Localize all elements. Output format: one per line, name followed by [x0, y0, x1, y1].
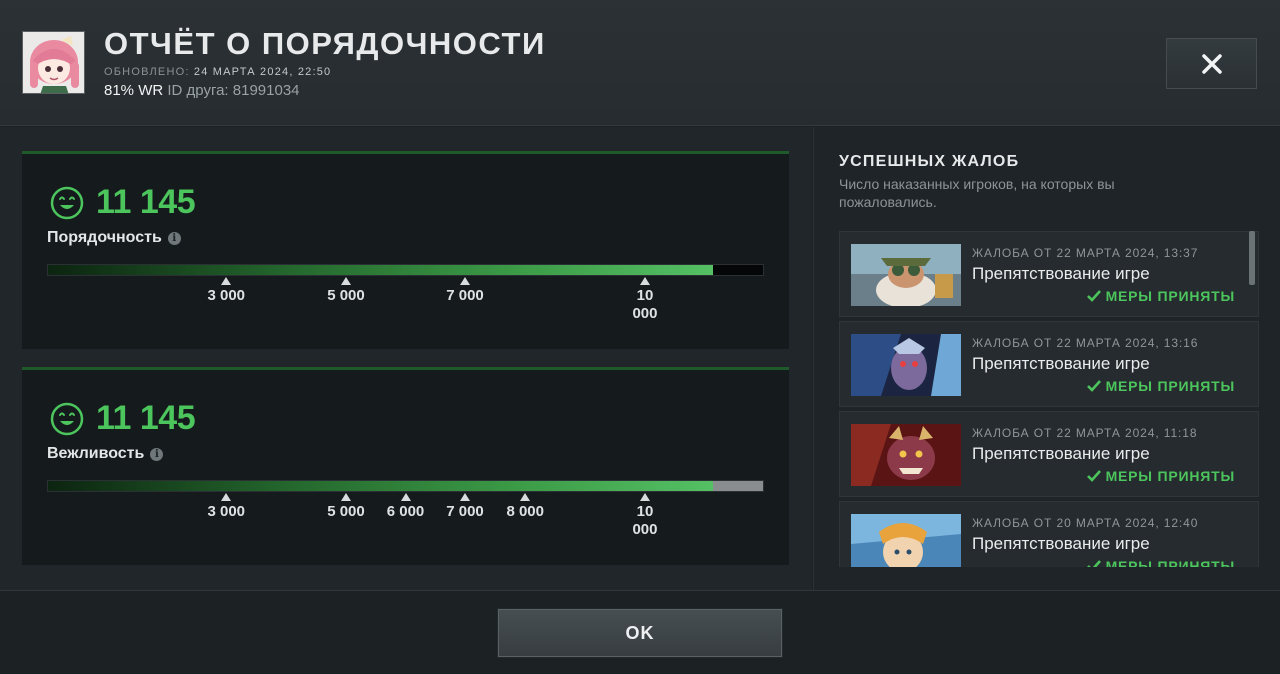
avatar — [22, 31, 85, 94]
behavior-score-value: 11 145 — [96, 399, 196, 437]
checkmark-icon — [1086, 380, 1101, 392]
report-reason: Препятствование игре — [972, 534, 1150, 553]
hero-portrait-vengeful — [851, 334, 961, 396]
reports-title: УСПЕШНЫХ ЖАЛОБ — [839, 153, 1020, 170]
tick-marker: 10 000 — [605, 277, 685, 323]
tick-triangle-icon — [340, 277, 351, 285]
behavior-progress-bar — [47, 480, 764, 492]
conduct-score-value: 11 145 — [96, 183, 196, 221]
report-item[interactable]: ЖАЛОБА ОТ 22 МАРТА 2024, 13:16 Препятств… — [839, 321, 1259, 407]
tick-label: 7 000 — [446, 287, 484, 304]
checkmark-icon — [1086, 470, 1101, 482]
tick-triangle-icon — [221, 277, 232, 285]
progress-fill — [48, 265, 713, 275]
report-reason: Препятствование игре — [972, 354, 1150, 373]
ok-button[interactable]: OK — [498, 609, 782, 657]
smiley-icon — [50, 186, 84, 220]
updated-value: 24 МАРТА 2024, 22:50 — [193, 66, 332, 78]
tick-triangle-icon — [221, 493, 232, 501]
close-button[interactable] — [1166, 38, 1257, 89]
progress-remainder — [712, 481, 763, 491]
report-status-text: МЕРЫ ПРИНЯТЫ — [1105, 558, 1235, 567]
tick-marker: 3 000 — [186, 493, 266, 521]
report-status-text: МЕРЫ ПРИНЯТЫ — [1105, 378, 1235, 394]
info-icon[interactable]: i — [167, 231, 181, 245]
conduct-label-text: Порядочность — [47, 229, 162, 246]
reports-description: Число наказанных игроков, на которых вы … — [839, 176, 1115, 210]
friend-id: 81991034 — [232, 82, 300, 99]
behavior-label-text: Вежливость — [47, 445, 145, 462]
tick-marker: 8 000 — [485, 493, 565, 521]
updated-timestamp: ОБНОВЛЕНО: 24 МАРТА 2024, 22:50 — [104, 66, 331, 78]
tick-triangle-icon — [340, 493, 351, 501]
footer: OK — [0, 590, 1280, 674]
report-status: МЕРЫ ПРИНЯТЫ — [1086, 468, 1235, 484]
report-item[interactable]: ЖАЛОБА ОТ 22 МАРТА 2024, 13:37 Препятств… — [839, 231, 1259, 317]
checkmark-icon — [1086, 290, 1101, 302]
report-reason: Препятствование игре — [972, 444, 1150, 463]
report-item[interactable]: ЖАЛОБА ОТ 22 МАРТА 2024, 11:18 Препятств… — [839, 411, 1259, 497]
report-date: ЖАЛОБА ОТ 22 МАРТА 2024, 11:18 — [972, 426, 1198, 440]
conduct-score-card: 11 145 Порядочность i 3 000 5 000 7 000 10 … — [22, 151, 789, 349]
behavior-score-card: 11 145 Вежливость i 3 000 5 000 6 000 7 000… — [22, 367, 789, 565]
header: ОТЧЁТ О ПОРЯДОЧНОСТИ ОБНОВЛЕНО: 24 МАРТА… — [0, 0, 1280, 126]
conduct-progress-bar — [47, 264, 764, 276]
scores-area: 11 145 Порядочность i 3 000 5 000 7 000 10 … — [0, 127, 812, 590]
reports-panel: УСПЕШНЫХ ЖАЛОБ Число наказанных игроков,… — [813, 127, 1280, 590]
report-date: ЖАЛОБА ОТ 20 МАРТА 2024, 12:40 — [972, 516, 1199, 530]
reports-list[interactable]: ЖАЛОБА ОТ 22 МАРТА 2024, 13:37 Препятств… — [839, 231, 1259, 567]
checkmark-icon — [1086, 560, 1101, 567]
tick-triangle-icon — [460, 277, 470, 285]
smiley-icon — [50, 402, 84, 436]
tick-marker: 3 000 — [186, 277, 266, 305]
tick-label: 10 000 — [632, 287, 658, 322]
tick-triangle-icon — [639, 277, 650, 285]
report-status: МЕРЫ ПРИНЯТЫ — [1086, 288, 1235, 304]
tick-label: 5 000 — [327, 287, 365, 304]
tick-marker: 7 000 — [425, 277, 505, 305]
tick-marker: 10 000 — [605, 493, 685, 539]
tick-triangle-icon — [520, 493, 531, 501]
hero-portrait-sniper — [851, 244, 961, 306]
reports-scrollbar[interactable] — [1249, 231, 1255, 285]
friend-id-label: ID друга: — [167, 82, 229, 99]
hero-portrait-demon — [851, 424, 961, 486]
tick-label: 3 000 — [207, 503, 246, 520]
report-status: МЕРЫ ПРИНЯТЫ — [1086, 558, 1235, 567]
report-item[interactable]: ЖАЛОБА ОТ 20 МАРТА 2024, 12:40 Препятств… — [839, 501, 1259, 567]
winrate: 81% WR — [104, 82, 164, 99]
hero-portrait-crystal — [851, 514, 961, 567]
tick-label: 8 000 — [506, 503, 544, 520]
page-title: ОТЧЁТ О ПОРЯДОЧНОСТИ — [104, 26, 546, 61]
conduct-score-label: Порядочность i — [47, 229, 181, 247]
report-status-text: МЕРЫ ПРИНЯТЫ — [1105, 468, 1235, 484]
close-icon — [1201, 53, 1222, 74]
progress-remainder — [712, 265, 763, 275]
report-status: МЕРЫ ПРИНЯТЫ — [1086, 378, 1235, 394]
tick-triangle-icon — [460, 493, 470, 501]
report-date: ЖАЛОБА ОТ 22 МАРТА 2024, 13:16 — [972, 336, 1199, 350]
tick-triangle-icon — [400, 493, 411, 501]
report-status-text: МЕРЫ ПРИНЯТЫ — [1105, 288, 1235, 304]
tick-label: 3 000 — [207, 287, 246, 304]
player-stats: 81% WR ID друга: 81991034 — [104, 82, 300, 99]
tick-triangle-icon — [639, 493, 650, 501]
tick-marker: 5 000 — [306, 277, 386, 305]
behavior-score-label: Вежливость i — [47, 445, 164, 463]
report-date: ЖАЛОБА ОТ 22 МАРТА 2024, 13:37 — [972, 246, 1199, 260]
progress-fill — [48, 481, 713, 491]
updated-label: ОБНОВЛЕНО: — [104, 66, 190, 78]
tick-label: 10 000 — [632, 503, 658, 538]
info-icon[interactable]: i — [150, 447, 164, 461]
report-reason: Препятствование игре — [972, 264, 1150, 283]
